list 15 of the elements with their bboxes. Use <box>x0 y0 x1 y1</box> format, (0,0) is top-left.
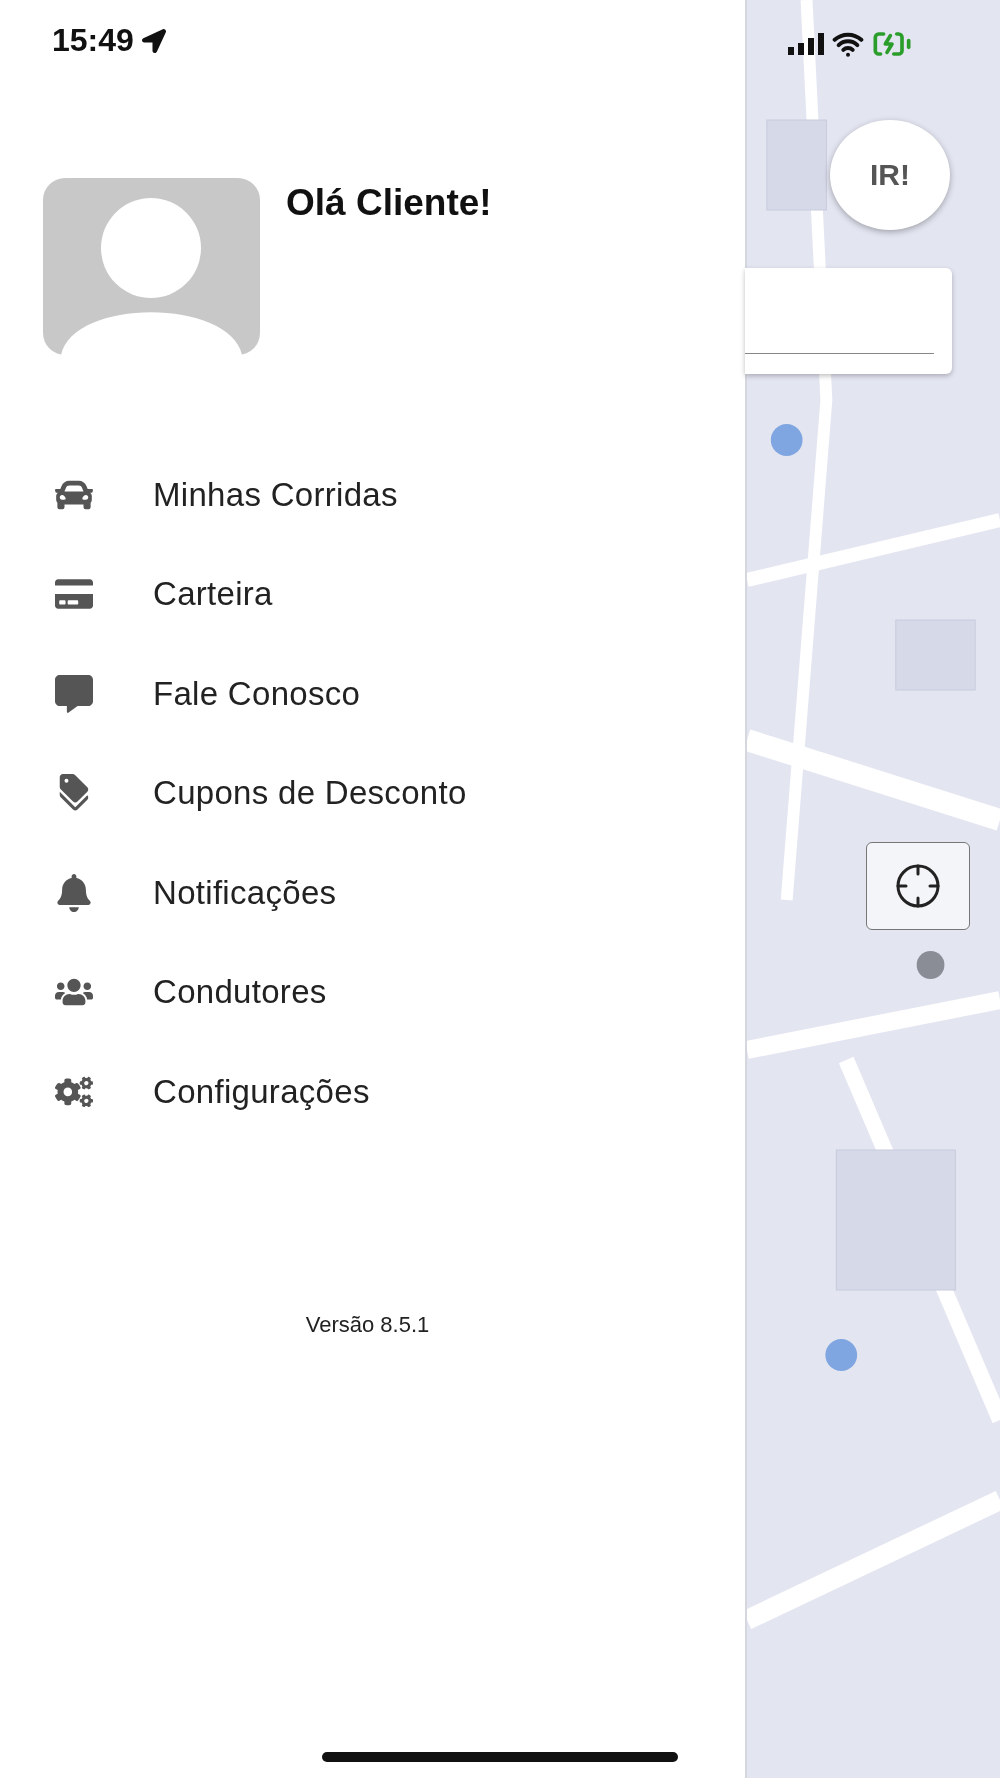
input-field[interactable] <box>745 268 952 374</box>
menu-item[interactable]: Condutores <box>0 942 745 1042</box>
menu-item[interactable]: Cupons de Desconto <box>0 743 745 843</box>
signal-icon <box>788 33 824 55</box>
crosshair-icon <box>894 862 942 910</box>
menu-item[interactable]: Fale Conosco <box>0 644 745 744</box>
menu-item[interactable]: Notificações <box>0 843 745 943</box>
time: 15:49 <box>52 22 134 59</box>
version-text: Versão 8.5.1 <box>305 1311 430 1338</box>
menu-item[interactable]: Configurações <box>0 1042 745 1142</box>
locate-button[interactable] <box>866 842 970 930</box>
menu-item[interactable]: Minhas Corridas <box>0 445 745 545</box>
menu-item[interactable]: Carteira <box>0 544 745 644</box>
greeting: Olá Cliente! <box>286 182 492 225</box>
location-arrow-icon <box>141 28 166 53</box>
